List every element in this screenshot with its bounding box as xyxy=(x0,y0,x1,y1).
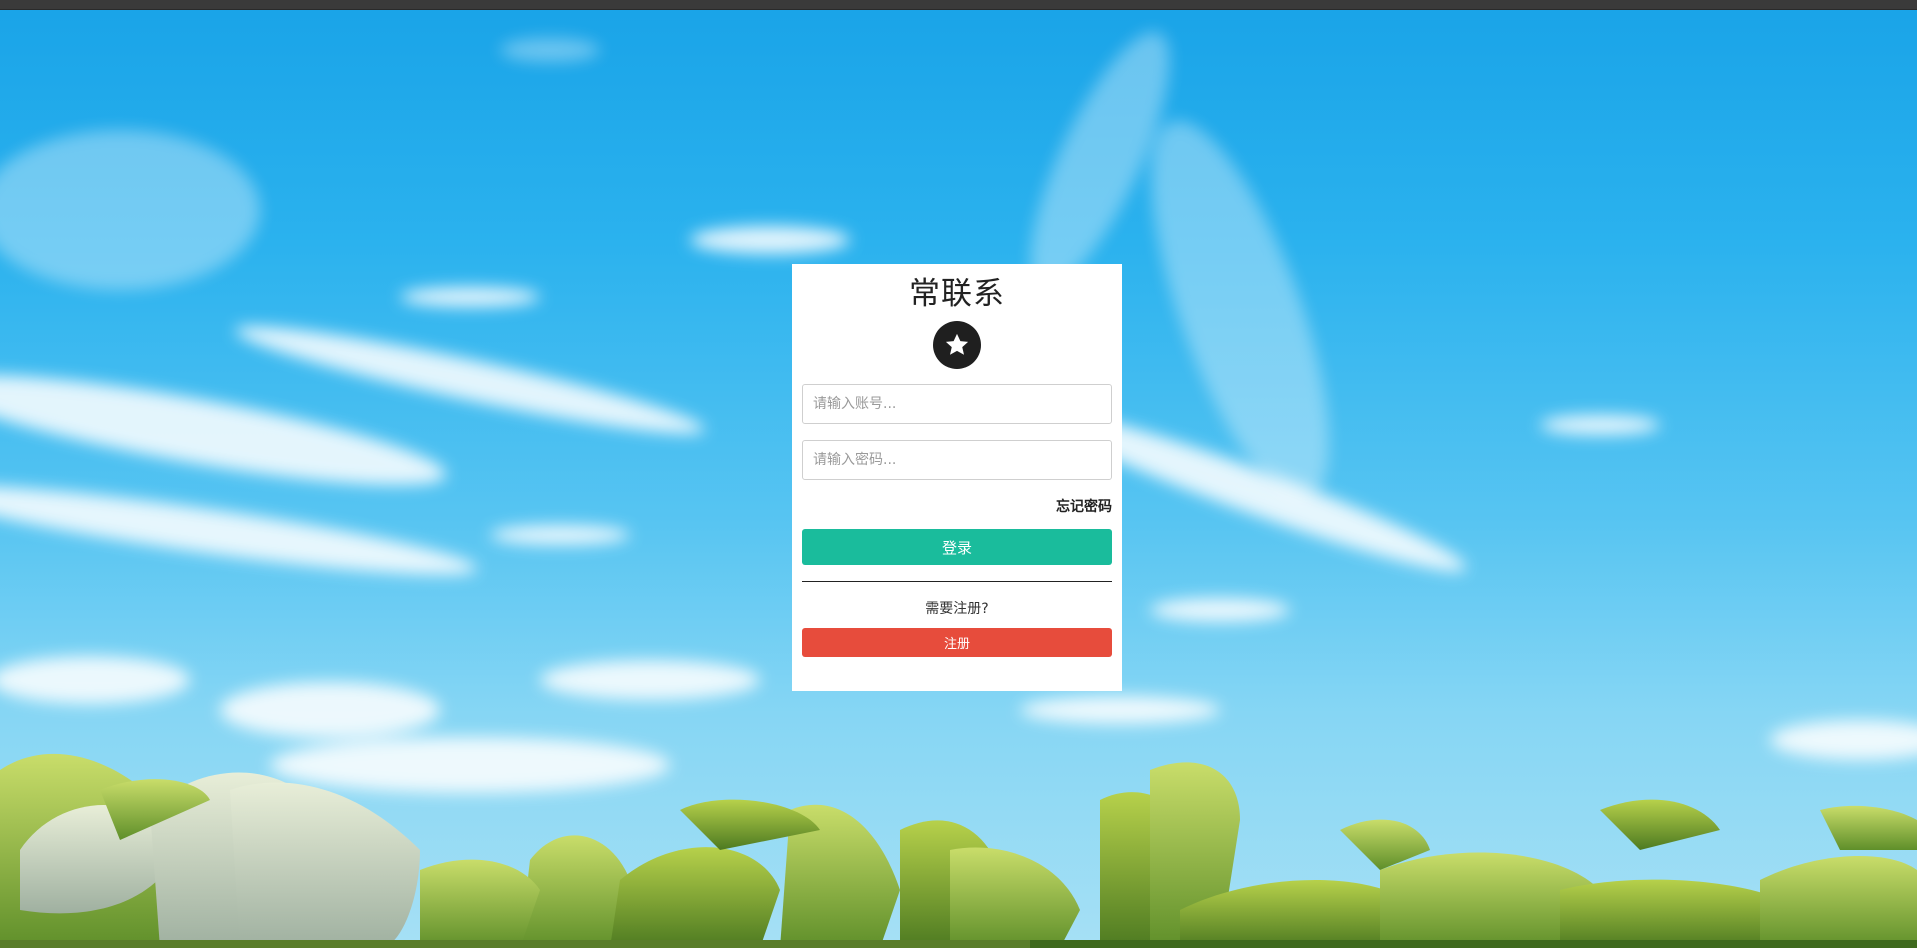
account-input[interactable] xyxy=(802,384,1112,424)
forgot-password-link[interactable]: 忘记密码 xyxy=(1056,499,1112,515)
register-button[interactable]: 注册 xyxy=(802,628,1112,657)
browser-top-bar xyxy=(0,0,1917,10)
login-card: 常联系 忘记密码 登录 需要注册? 注册 xyxy=(792,264,1122,691)
app-title: 常联系 xyxy=(909,276,1005,312)
logo-wrap xyxy=(802,321,1112,369)
star-icon xyxy=(933,321,981,369)
login-button[interactable]: 登录 xyxy=(802,529,1112,565)
divider xyxy=(802,581,1112,582)
register-hint: 需要注册? xyxy=(925,601,989,617)
forgot-row: 忘记密码 xyxy=(802,496,1112,516)
password-input[interactable] xyxy=(802,440,1112,480)
